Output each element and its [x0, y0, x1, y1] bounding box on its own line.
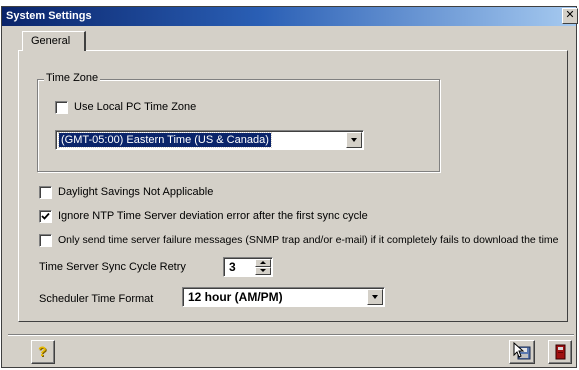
time-zone-selected-value: (GMT-05:00) Eastern Time (US & Canada)	[58, 132, 272, 148]
tab-general[interactable]: General	[22, 31, 86, 51]
sync-retry-label: Time Server Sync Cycle Retry	[39, 261, 186, 273]
close-icon: ✕	[565, 9, 575, 21]
checkmark-icon	[41, 212, 50, 220]
time-format-selected-value: 12 hour (AM/PM)	[188, 290, 283, 304]
spinner-up-icon[interactable]	[255, 259, 271, 267]
time-format-label: Scheduler Time Format	[39, 293, 154, 305]
time-format-dropdown[interactable]: 12 hour (AM/PM)	[182, 287, 385, 307]
help-icon: ?	[38, 343, 47, 359]
ignore-ntp-deviation-checkbox[interactable]	[39, 210, 52, 223]
chevron-down-icon[interactable]	[367, 289, 383, 305]
help-button[interactable]: ?	[31, 340, 55, 364]
use-local-time-zone-label: Use Local PC Time Zone	[74, 101, 197, 113]
time-zone-legend: Time Zone	[44, 72, 101, 84]
window-title: System Settings	[6, 10, 92, 22]
spinner-down-icon[interactable]	[255, 267, 271, 275]
use-local-time-zone-checkbox[interactable]	[55, 101, 68, 114]
button-bar	[8, 334, 574, 368]
sync-retry-spinner[interactable]: 3	[223, 257, 273, 277]
ignore-ntp-deviation-label: Ignore NTP Time Server deviation error a…	[58, 210, 368, 222]
daylight-savings-checkbox[interactable]	[39, 186, 52, 199]
title-bar[interactable]: System Settings ✕	[2, 7, 578, 26]
close-button[interactable]: ✕	[562, 8, 578, 24]
time-zone-dropdown[interactable]: (GMT-05:00) Eastern Time (US & Canada)	[55, 130, 364, 150]
sync-retry-value: 3	[229, 260, 236, 274]
chevron-down-icon[interactable]	[346, 132, 362, 148]
only-send-failure-label: Only send time server failure messages (…	[58, 234, 559, 246]
exit-icon	[555, 344, 566, 360]
save-icon	[513, 342, 531, 360]
system-settings-window: System Settings ✕ General Time Zone Use …	[1, 6, 578, 368]
only-send-failure-checkbox[interactable]	[39, 234, 52, 247]
save-button[interactable]	[509, 340, 535, 364]
daylight-savings-label: Daylight Savings Not Applicable	[58, 186, 214, 198]
time-zone-group: Time Zone	[37, 72, 440, 172]
exit-button[interactable]	[548, 340, 572, 364]
spinner-buttons	[255, 259, 271, 275]
tab-general-label: General	[31, 35, 71, 47]
